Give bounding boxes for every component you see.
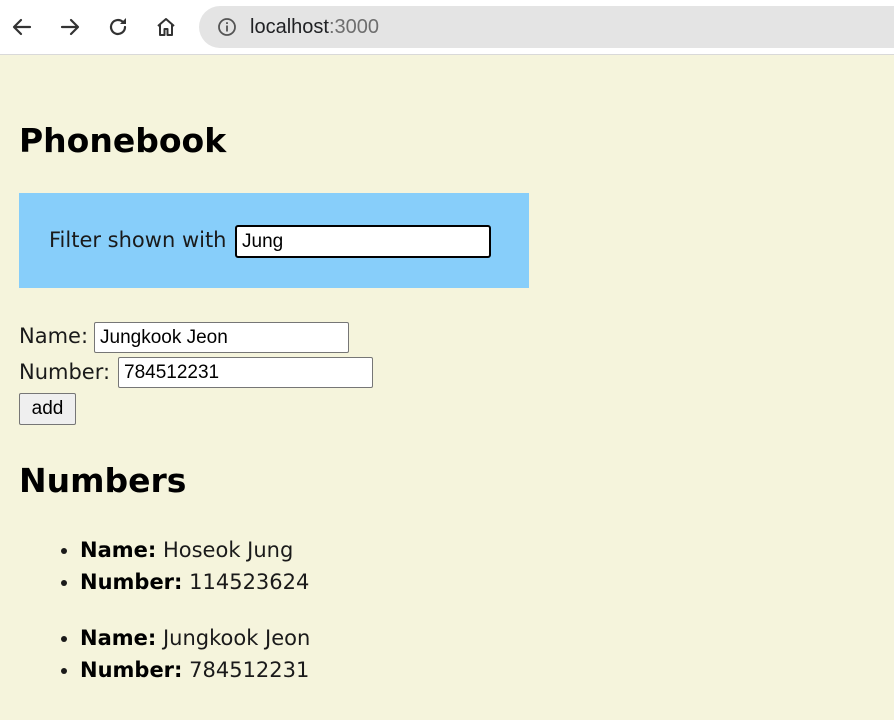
name-input[interactable] xyxy=(94,322,349,353)
name-label: Name: xyxy=(19,324,89,348)
contact-entry: Name: Jungkook Jeon Number: 784512231 xyxy=(0,622,310,686)
page-content: Phonebook Filter shown with Name: Number… xyxy=(0,55,894,720)
contact-entry: Name: Hoseok Jung Number: 114523624 xyxy=(0,534,309,598)
url-text[interactable]: localhost:3000 xyxy=(250,16,379,38)
page-title: Phonebook xyxy=(19,121,227,160)
filter-input[interactable] xyxy=(235,225,491,258)
number-label: Number: xyxy=(19,360,111,384)
forward-button[interactable] xyxy=(54,11,86,43)
address-bar[interactable]: localhost:3000 xyxy=(199,6,894,48)
entry-number: 784512231 xyxy=(189,658,310,682)
reload-button[interactable] xyxy=(102,11,134,43)
home-icon xyxy=(157,18,175,36)
entry-name-label: Name: xyxy=(80,626,157,650)
filter-panel: Filter shown with xyxy=(19,193,529,288)
add-button[interactable]: add xyxy=(19,393,76,425)
entry-number: 114523624 xyxy=(189,570,310,594)
list-item: Number: 784512231 xyxy=(80,654,310,686)
info-icon[interactable] xyxy=(217,17,237,37)
list-item: Name: Jungkook Jeon xyxy=(80,622,310,654)
list-item: Name: Hoseok Jung xyxy=(80,534,309,566)
entry-number-label: Number: xyxy=(80,658,183,682)
numbers-title: Numbers xyxy=(19,461,187,500)
filter-label: Filter shown with xyxy=(49,228,227,252)
list-item: Number: 114523624 xyxy=(80,566,309,598)
number-input[interactable] xyxy=(118,357,373,388)
back-arrow-icon xyxy=(12,18,32,36)
home-button[interactable] xyxy=(150,11,182,43)
browser-toolbar: localhost:3000 xyxy=(0,0,894,55)
forward-arrow-icon xyxy=(60,18,80,36)
entry-name: Hoseok Jung xyxy=(162,538,294,562)
url-port: :3000 xyxy=(328,16,379,38)
entry-name-label: Name: xyxy=(80,538,157,562)
url-host: localhost xyxy=(250,16,329,38)
back-button[interactable] xyxy=(6,11,38,43)
entry-number-label: Number: xyxy=(80,570,183,594)
entry-name: Jungkook Jeon xyxy=(162,626,311,650)
reload-icon xyxy=(109,18,127,36)
